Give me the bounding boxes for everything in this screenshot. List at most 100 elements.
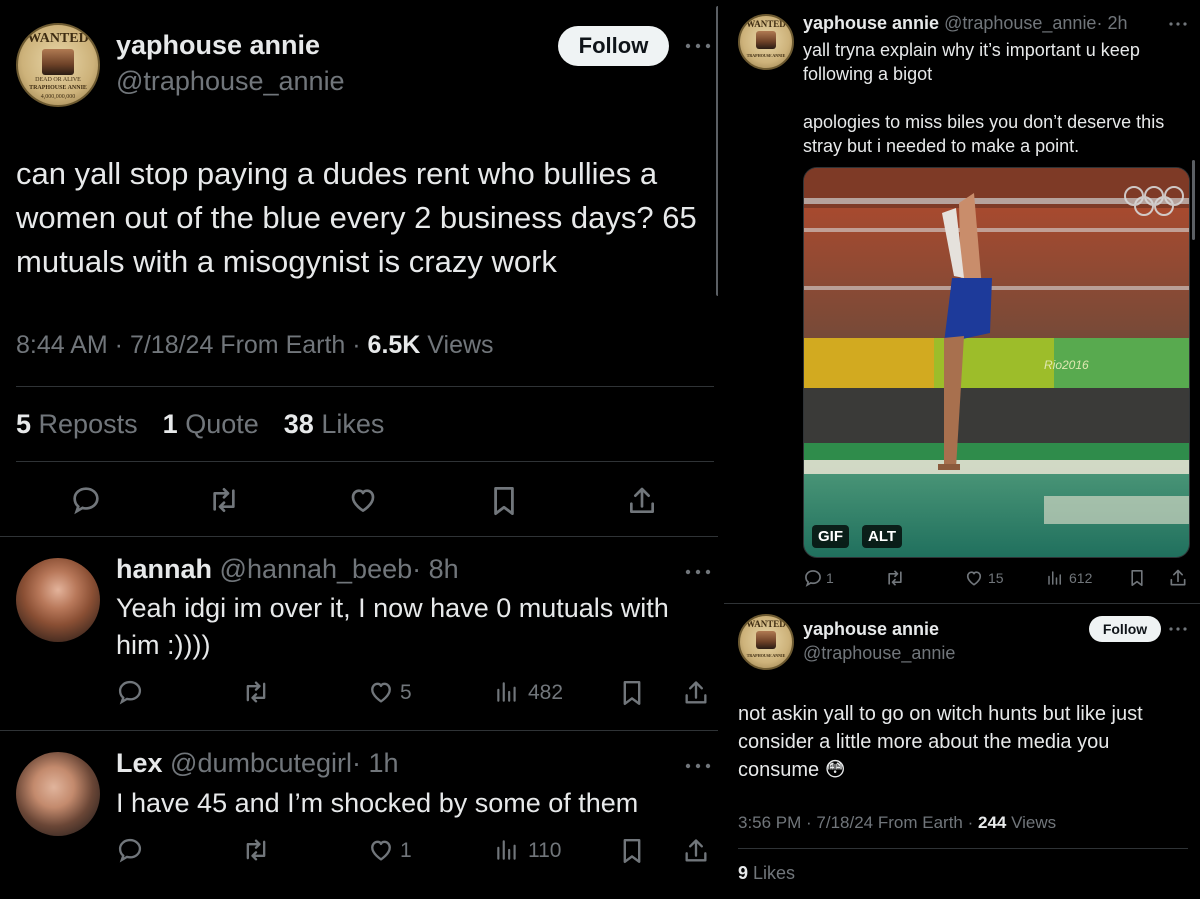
follow-button[interactable]: Follow <box>1089 616 1161 642</box>
follow-button[interactable]: Follow <box>558 26 669 66</box>
views-count: 6.5K <box>367 331 421 359</box>
views-icon[interactable] <box>494 836 520 864</box>
views-count: 244 <box>977 813 1007 832</box>
avatar-name-text: TRAPHOUSE ANNIE <box>29 85 87 91</box>
right-screenshot-panel: WANTED TRAPHOUSE ANNIE yaphouse annie @t… <box>724 0 1200 899</box>
reply-header: hannah @hannah_beeb· 8h <box>116 554 459 585</box>
avatar-wanted-text: WANTED <box>27 31 89 46</box>
author-name[interactable]: yaphouse annie <box>116 30 320 61</box>
author-avatar[interactable]: WANTED DEAD OR ALIVE TRAPHOUSE ANNIE 4,0… <box>16 23 100 107</box>
reply-icon[interactable] <box>70 484 102 516</box>
divider <box>738 848 1188 849</box>
tweet-header: yaphouse annie @traphouse_annie· 2h <box>803 13 1127 34</box>
likes-stat[interactable]: 38 Likes <box>284 409 385 439</box>
divider <box>16 461 714 462</box>
share-icon[interactable] <box>682 836 710 866</box>
avatar-name-text: TRAPHOUSE ANNIE <box>746 653 786 658</box>
reply-author-handle[interactable]: @hannah_beeb <box>220 554 413 584</box>
tweet-text: yall tryna explain why it’s important u … <box>803 40 1140 84</box>
avatar-portrait <box>755 31 777 49</box>
views-label: Views <box>1006 813 1057 832</box>
share-icon[interactable] <box>1168 567 1188 589</box>
avatar-bounty-text: 4,000,000,000 <box>40 94 76 100</box>
reply-text: I have 45 and I’m shocked by some of the… <box>116 788 639 818</box>
views-icon[interactable] <box>1046 568 1064 588</box>
reply-text: Yeah idgi im over it, I now have 0 mutua… <box>116 593 669 660</box>
reply-like-count: 5 <box>400 681 412 704</box>
repost-icon[interactable] <box>240 836 272 864</box>
author-name[interactable]: yaphouse annie <box>803 13 939 33</box>
like-count: 15 <box>988 570 1004 586</box>
like-icon[interactable] <box>346 484 380 516</box>
bookmark-icon[interactable] <box>490 484 518 518</box>
author-handle[interactable]: @traphouse_annie <box>116 66 345 97</box>
tweet-text-body: not askin yall to go on witch hunts but … <box>738 703 1143 781</box>
quotes-stat[interactable]: 1 Quote <box>163 409 259 439</box>
author-avatar[interactable]: WANTED TRAPHOUSE ANNIE <box>738 614 794 670</box>
more-options-icon[interactable] <box>684 40 712 52</box>
like-icon[interactable] <box>964 568 984 588</box>
alt-badge[interactable]: ALT <box>862 525 903 548</box>
repost-icon[interactable] <box>884 568 906 588</box>
reply-author-name[interactable]: Lex <box>116 748 163 778</box>
divider <box>0 536 718 537</box>
divider <box>0 730 718 731</box>
avatar-name-text: TRAPHOUSE ANNIE <box>746 53 786 58</box>
engagement-stats: 5 Reposts 1 Quote 38 Likes <box>16 409 384 440</box>
more-options-icon[interactable] <box>684 566 712 578</box>
bookmark-icon[interactable] <box>620 678 644 708</box>
author-name[interactable]: yaphouse annie <box>803 619 939 640</box>
more-options-icon[interactable] <box>1168 20 1188 28</box>
avatar-portrait <box>755 631 777 649</box>
likes-stat[interactable]: 9 Likes <box>738 863 795 884</box>
reply-author-handle[interactable]: @dumbcutegirl <box>170 748 352 778</box>
tweet-text: not askin yall to go on witch hunts but … <box>738 700 1188 784</box>
reply-view-count: 482 <box>528 681 564 704</box>
author-avatar[interactable]: WANTED TRAPHOUSE ANNIE <box>738 14 794 70</box>
reply-author-name[interactable]: hannah <box>116 554 212 584</box>
repost-icon[interactable] <box>240 678 272 706</box>
share-icon[interactable] <box>626 484 658 518</box>
reply-icon[interactable] <box>116 678 144 706</box>
reply-count: 1 <box>826 570 834 586</box>
view-count: 612 <box>1069 570 1093 586</box>
reply-icon[interactable] <box>803 568 823 588</box>
author-handle[interactable]: @traphouse_annie <box>944 13 1096 33</box>
tweet-timestamp[interactable]: 3:56 PM · 7/18/24 From Earth · <box>738 813 978 832</box>
repost-icon[interactable] <box>206 484 242 516</box>
avatar-wanted-text: WANTED <box>746 19 786 29</box>
reply-time[interactable]: · 8h <box>412 554 459 584</box>
views-icon[interactable] <box>494 678 520 706</box>
flushed-emoji-icon: 😳 <box>824 759 846 781</box>
tweet-time[interactable]: · 2h <box>1096 13 1127 33</box>
gif-badge: GIF <box>812 525 849 548</box>
reply-time[interactable]: · 1h <box>352 748 399 778</box>
tweet-media-gif[interactable]: Rio2016 GIF ALT <box>803 167 1190 558</box>
like-icon[interactable] <box>366 836 396 864</box>
left-screenshot-panel: WANTED DEAD OR ALIVE TRAPHOUSE ANNIE 4,0… <box>0 0 720 899</box>
more-options-icon[interactable] <box>1168 625 1188 633</box>
share-icon[interactable] <box>682 678 710 708</box>
media-banner-text: Rio2016 <box>1044 358 1089 372</box>
scrollbar[interactable] <box>1192 160 1195 240</box>
avatar-dead-or-alive-text: DEAD OR ALIVE <box>35 77 81 83</box>
reposts-stat[interactable]: 5 Reposts <box>16 409 138 439</box>
tweet-meta: 3:56 PM · 7/18/24 From Earth · 244 Views <box>738 813 1056 833</box>
reply-like-count: 1 <box>400 839 412 862</box>
more-options-icon[interactable] <box>684 760 712 772</box>
reply-header: Lex @dumbcutegirl· 1h <box>116 748 399 779</box>
reply-avatar[interactable] <box>16 752 100 836</box>
divider <box>724 603 1200 604</box>
bookmark-icon[interactable] <box>1129 567 1145 589</box>
avatar-portrait <box>42 49 74 75</box>
author-handle[interactable]: @traphouse_annie <box>803 643 955 664</box>
tweet-text: apologies to miss biles you don’t deserv… <box>803 112 1165 156</box>
reply-avatar[interactable] <box>16 558 100 642</box>
like-icon[interactable] <box>366 678 396 706</box>
divider <box>16 386 714 387</box>
reply-icon[interactable] <box>116 836 144 864</box>
avatar-wanted-text: WANTED <box>746 619 786 629</box>
tweet-timestamp[interactable]: 8:44 AM · 7/18/24 From Earth · <box>16 331 368 359</box>
views-label: Views <box>420 331 494 359</box>
bookmark-icon[interactable] <box>620 836 644 866</box>
